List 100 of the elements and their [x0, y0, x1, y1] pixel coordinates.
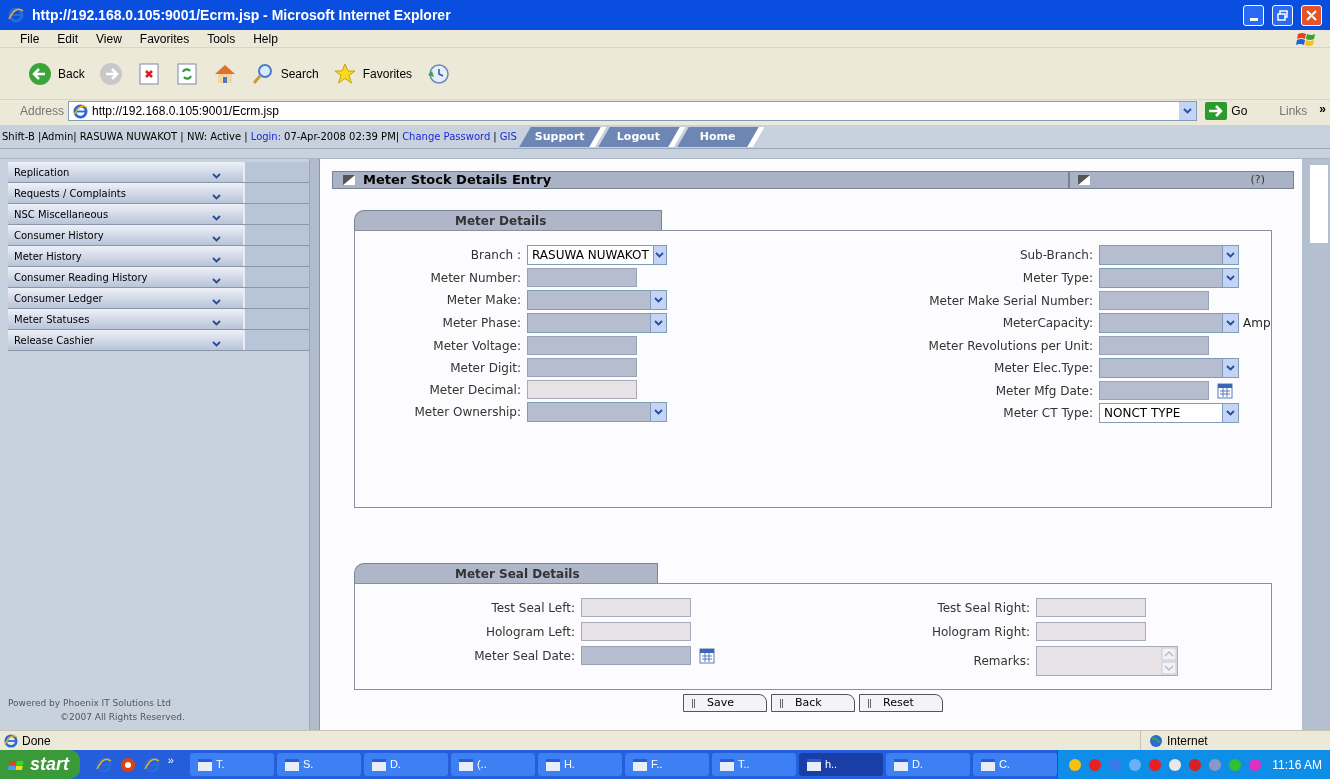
- scroll-arrows-icon: [1161, 647, 1177, 675]
- text-field[interactable]: [527, 268, 637, 287]
- sidebar-item[interactable]: Requests / Complaints: [8, 183, 309, 204]
- menu-item[interactable]: Tools: [207, 29, 236, 48]
- form-button[interactable]: Reset: [859, 694, 943, 712]
- window-icon: [632, 758, 647, 771]
- tray-icon[interactable]: [1208, 757, 1223, 772]
- sidebar-item[interactable]: Release Cashier: [8, 330, 309, 351]
- links-label[interactable]: Links: [1279, 102, 1308, 120]
- date-field[interactable]: [1099, 381, 1209, 400]
- tray-icon[interactable]: [1108, 757, 1123, 772]
- nav-tab[interactable]: Home: [677, 126, 765, 147]
- dropdown-field[interactable]: [1099, 268, 1239, 288]
- taskbar-button[interactable]: D.: [885, 753, 970, 776]
- menu-item[interactable]: Favorites: [139, 29, 190, 48]
- window-icon: [458, 758, 473, 771]
- text-field[interactable]: [1099, 336, 1209, 355]
- address-field[interactable]: http://192.168.0.105:9001/Ecrm.jsp: [68, 101, 1198, 121]
- field-label: Meter Decimal:: [428, 381, 521, 399]
- dropdown-field[interactable]: [527, 290, 667, 310]
- taskbar-button[interactable]: T..: [711, 753, 796, 776]
- status-text: Done: [22, 732, 51, 750]
- more-chevron[interactable]: »: [1319, 100, 1326, 118]
- tray-icon[interactable]: [1148, 757, 1163, 772]
- tray-icon[interactable]: [1248, 757, 1263, 772]
- windows-logo-icon: [1296, 30, 1318, 47]
- text-field[interactable]: [527, 336, 637, 355]
- taskbar-button[interactable]: F..: [624, 753, 709, 776]
- taskbar-button[interactable]: S.: [276, 753, 361, 776]
- tray-icon[interactable]: [1128, 757, 1143, 772]
- more-chevron[interactable]: »: [167, 752, 174, 769]
- field-label: Meter Digit:: [449, 359, 521, 377]
- close-button[interactable]: [1301, 4, 1322, 26]
- nav-tab[interactable]: Logout: [598, 126, 686, 147]
- window-icon: [980, 758, 995, 771]
- tray-icon[interactable]: [1088, 757, 1103, 772]
- tray-icon[interactable]: [1228, 757, 1243, 772]
- minimize-button[interactable]: [1243, 4, 1264, 26]
- star-icon[interactable]: [332, 61, 357, 86]
- menu-item[interactable]: Edit: [57, 29, 79, 48]
- help-link[interactable]: (?): [1250, 171, 1265, 189]
- window-icon: [719, 758, 734, 771]
- tray-icon[interactable]: [1168, 757, 1183, 772]
- menu-item[interactable]: Help: [253, 29, 278, 48]
- field-label: Remarks:: [972, 653, 1030, 670]
- taskbar-button[interactable]: H.: [537, 753, 622, 776]
- window-title: http://192.168.0.105:9001/Ecrm.jsp - Microsoft Internet Explorer: [32, 5, 452, 25]
- form-button[interactable]: Save: [683, 694, 767, 712]
- field-label: Meter Seal Date:: [473, 647, 575, 665]
- menu-item[interactable]: View: [96, 29, 122, 48]
- circle-app-icon[interactable]: [119, 756, 136, 773]
- search-icon[interactable]: [250, 61, 275, 86]
- dropdown-field[interactable]: [527, 313, 667, 333]
- globe-icon: [1149, 733, 1163, 748]
- sidebar-item[interactable]: Meter History: [8, 246, 309, 267]
- taskbar-button[interactable]: C.: [972, 753, 1057, 776]
- go-button[interactable]: Go: [1201, 102, 1268, 120]
- form-button[interactable]: Back: [771, 694, 855, 712]
- back-button[interactable]: Back: [26, 61, 87, 86]
- sidebar-item[interactable]: Consumer Reading History: [8, 267, 309, 288]
- zone-text: Internet: [1167, 732, 1208, 750]
- session-link[interactable]: GIS: [499, 129, 517, 144]
- sidebar-item[interactable]: Replication: [8, 162, 309, 183]
- dropdown-field[interactable]: RASUWA NUWAKOT: [527, 245, 667, 265]
- footer-text: ©2007 All Rights Reserved.: [59, 710, 186, 724]
- sidebar-item[interactable]: Consumer Ledger: [8, 288, 309, 309]
- field-label: Meter Phase:: [441, 315, 521, 332]
- field-label: Meter Number:: [429, 269, 521, 287]
- sidebar-item[interactable]: Meter Statuses: [8, 309, 309, 330]
- calendar-icon[interactable]: [1217, 382, 1233, 399]
- sidebar-item[interactable]: NSC Miscellaneous: [8, 204, 309, 225]
- tray-icon[interactable]: [1188, 757, 1203, 772]
- text-field[interactable]: [527, 358, 637, 377]
- field-label: Hologram Right:: [930, 623, 1030, 641]
- taskbar-button[interactable]: D.: [363, 753, 448, 776]
- restore-button[interactable]: [1272, 4, 1293, 26]
- taskbar-button[interactable]: (..: [450, 753, 535, 776]
- field-label: Meter Type:: [1021, 270, 1093, 287]
- session-link[interactable]: Login:: [250, 129, 282, 144]
- start-button[interactable]: start: [0, 750, 80, 779]
- nav-tab[interactable]: Support: [519, 126, 607, 147]
- taskbar-button[interactable]: T.: [189, 753, 274, 776]
- splitter[interactable]: [310, 159, 320, 730]
- calendar-icon[interactable]: [699, 647, 715, 664]
- field-label: Meter Make:: [445, 292, 521, 309]
- search-button[interactable]: Search: [248, 61, 321, 86]
- tray-icon[interactable]: [1068, 757, 1083, 772]
- dropdown-field[interactable]: [1099, 313, 1239, 333]
- sidebar-item[interactable]: Consumer History: [8, 225, 309, 246]
- window-icon: [806, 758, 821, 771]
- text-field[interactable]: [1099, 291, 1209, 310]
- dropdown-field[interactable]: [527, 402, 667, 422]
- dropdown-field[interactable]: [1099, 358, 1239, 378]
- taskbar-button[interactable]: h..: [798, 753, 883, 776]
- date-field[interactable]: [581, 646, 691, 665]
- dropdown-field[interactable]: NONCT TYPE: [1099, 403, 1239, 423]
- dropdown-field[interactable]: [1099, 245, 1239, 265]
- menu-item[interactable]: File: [20, 29, 40, 48]
- favorites-button[interactable]: Favorites: [330, 61, 415, 86]
- session-link[interactable]: Change Password: [402, 129, 491, 144]
